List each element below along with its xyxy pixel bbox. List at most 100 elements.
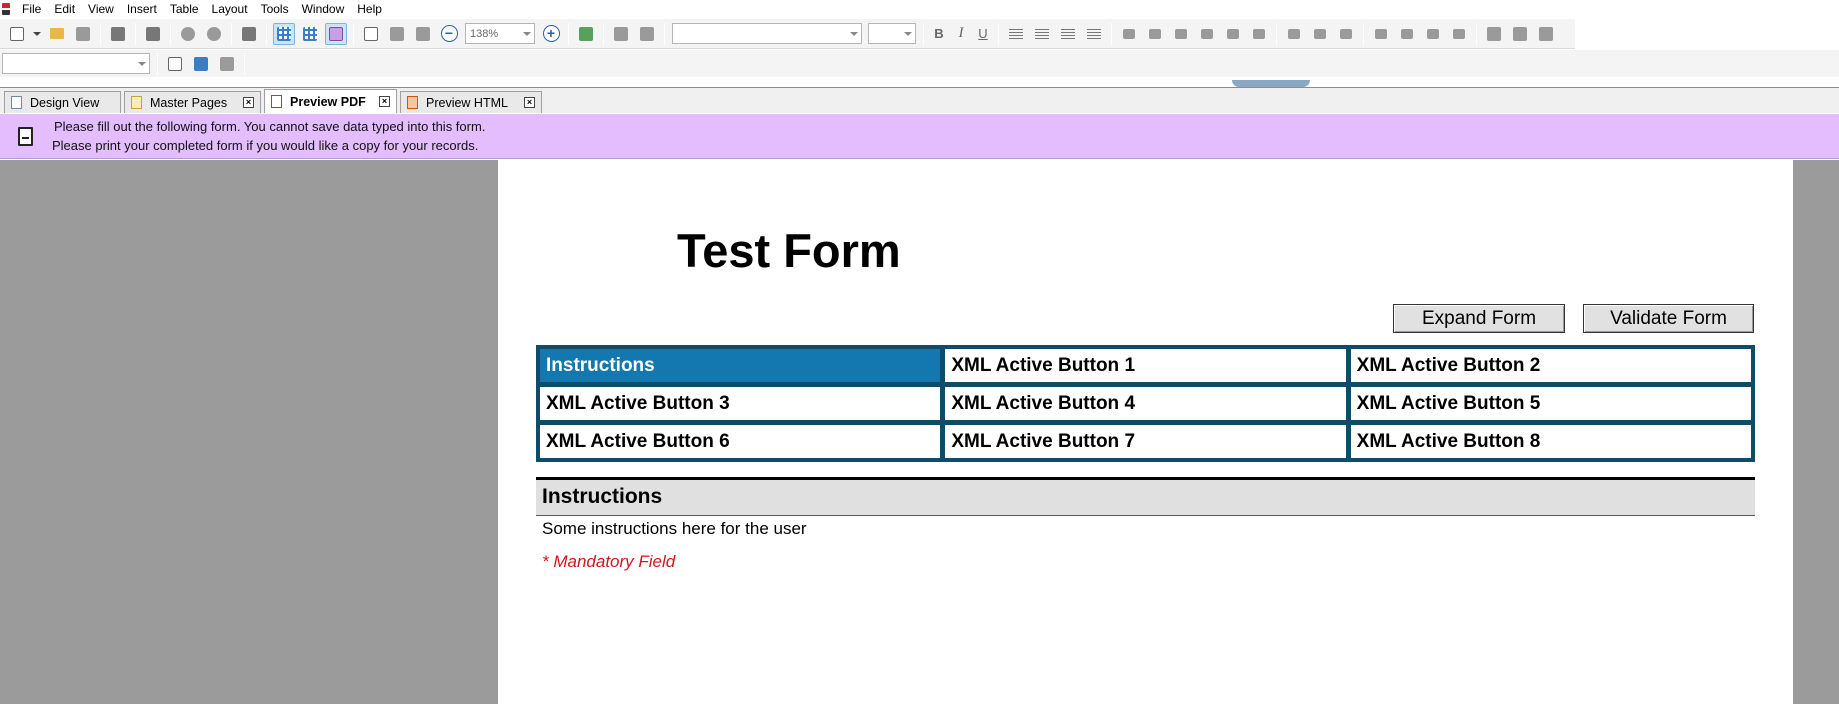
align-objects-center-icon (1253, 28, 1265, 39)
main-toolbar: − 138% + B I U (0, 19, 1575, 49)
add-subform-button[interactable] (190, 53, 212, 75)
font-name-select[interactable] (672, 23, 862, 44)
send-back-button[interactable] (1448, 23, 1470, 45)
tab-label: Preview PDF (290, 94, 366, 109)
bold-button[interactable]: B (928, 26, 950, 41)
margins-icon (329, 26, 343, 41)
preview-workspace: Test Form Expand Form Validate Form Inst… (0, 160, 1839, 704)
align-objects-center-button[interactable] (1248, 23, 1270, 45)
show-margins-button[interactable] (325, 22, 347, 45)
zoom-in-button[interactable]: + (540, 23, 562, 45)
chevron-down-icon (850, 31, 858, 36)
expand-form-button[interactable]: Expand Form (1393, 304, 1565, 333)
open-button[interactable] (46, 23, 68, 45)
script-button[interactable] (575, 23, 597, 45)
library-button[interactable] (216, 53, 238, 75)
nav-button-3[interactable]: XML Active Button 3 (540, 387, 941, 420)
close-icon[interactable]: × (524, 97, 535, 108)
zoom-value: 138% (470, 27, 499, 40)
zoom-out-button[interactable]: − (438, 23, 460, 45)
nav-button-5[interactable]: XML Active Button 5 (1350, 387, 1751, 420)
tab-preview-pdf[interactable]: Preview PDF × (264, 89, 397, 113)
separator (135, 22, 136, 45)
align-objects-left-button[interactable] (1118, 23, 1140, 45)
center-page-button[interactable] (1335, 23, 1357, 45)
tab-design-view[interactable]: Design View (4, 91, 121, 113)
nav-button-1[interactable]: XML Active Button 1 (945, 349, 1346, 382)
view-tabs: Design View Master Pages × Preview PDF ×… (0, 87, 1839, 113)
full-page-button[interactable] (412, 23, 434, 45)
nav-button-7[interactable]: XML Active Button 7 (945, 425, 1346, 458)
same-size-button[interactable] (1535, 23, 1557, 45)
align-objects-middle-icon (1227, 28, 1239, 39)
close-icon[interactable]: × (379, 96, 390, 107)
align-right-icon[interactable] (1061, 28, 1075, 39)
page-width-icon (390, 26, 404, 41)
nav-button-8[interactable]: XML Active Button 8 (1350, 425, 1751, 458)
nav-button-4[interactable]: XML Active Button 4 (945, 387, 1346, 420)
separator (998, 22, 999, 45)
nav-button-2[interactable]: XML Active Button 2 (1350, 349, 1751, 382)
find-button[interactable] (238, 23, 260, 45)
menu-edit[interactable]: Edit (48, 2, 82, 16)
distribute-horizontal-button[interactable] (1283, 23, 1305, 45)
menu-file[interactable]: File (16, 2, 48, 16)
insert-image-button[interactable] (636, 23, 658, 45)
page-view-button[interactable] (360, 23, 382, 45)
align-objects-bottom-button[interactable] (1196, 23, 1218, 45)
align-left-icon[interactable] (1009, 28, 1023, 39)
underline-button[interactable]: U (972, 26, 994, 41)
same-width-button[interactable] (1483, 23, 1505, 45)
same-height-button[interactable] (1509, 23, 1531, 45)
align-objects-right-button[interactable] (1144, 23, 1166, 45)
menu-insert[interactable]: Insert (121, 2, 164, 16)
nav-button-6[interactable]: XML Active Button 6 (540, 425, 941, 458)
bring-front-button[interactable] (1422, 23, 1444, 45)
menu-window[interactable]: Window (296, 2, 352, 16)
tab-preview-html[interactable]: Preview HTML × (400, 91, 542, 113)
close-icon[interactable]: × (243, 97, 254, 108)
same-height-icon (1513, 26, 1527, 41)
snap-to-grid-button[interactable] (299, 23, 321, 45)
redo-button[interactable] (203, 23, 225, 45)
ungroup-button[interactable] (1396, 23, 1418, 45)
distribute-vertical-icon (1314, 28, 1326, 39)
separator (100, 22, 101, 45)
save-button[interactable] (72, 23, 94, 45)
menu-view[interactable]: View (82, 2, 121, 16)
page-width-button[interactable] (386, 23, 408, 45)
italic-button[interactable]: I (950, 25, 972, 42)
align-objects-middle-button[interactable] (1222, 23, 1244, 45)
show-grid-button[interactable] (273, 22, 295, 45)
separator (1363, 22, 1364, 45)
group-icon (1375, 28, 1387, 39)
menu-help[interactable]: Help (351, 2, 389, 16)
form-title: Test Form (677, 224, 901, 277)
object-select[interactable] (2, 53, 150, 74)
menu-layout[interactable]: Layout (206, 2, 255, 16)
distribute-vertical-button[interactable] (1309, 23, 1331, 45)
zoom-select[interactable]: 138% (465, 23, 535, 44)
print-button[interactable] (107, 23, 129, 45)
menu-tools[interactable]: Tools (255, 2, 296, 16)
align-justify-icon[interactable] (1087, 28, 1101, 39)
new-dropdown-button[interactable] (32, 23, 42, 45)
panel-resize-grip[interactable] (1232, 80, 1310, 87)
align-objects-top-button[interactable] (1170, 23, 1192, 45)
undo-button[interactable] (177, 23, 199, 45)
tab-label: Preview HTML (426, 95, 508, 110)
validate-form-button[interactable]: Validate Form (1583, 304, 1754, 333)
new-button[interactable] (6, 23, 28, 45)
printer-icon (111, 26, 125, 41)
insert-subform-button[interactable] (164, 53, 186, 75)
format-painter-button[interactable] (142, 23, 164, 45)
nav-button-instructions[interactable]: Instructions (540, 349, 941, 382)
font-size-select[interactable] (868, 23, 916, 44)
align-center-icon[interactable] (1035, 28, 1049, 39)
tab-master-pages[interactable]: Master Pages × (124, 91, 261, 113)
menu-table[interactable]: Table (164, 2, 206, 16)
group-button[interactable] (1370, 23, 1392, 45)
folder-icon (50, 28, 64, 39)
insert-field-button[interactable] (610, 23, 632, 45)
tab-label: Master Pages (150, 95, 228, 110)
